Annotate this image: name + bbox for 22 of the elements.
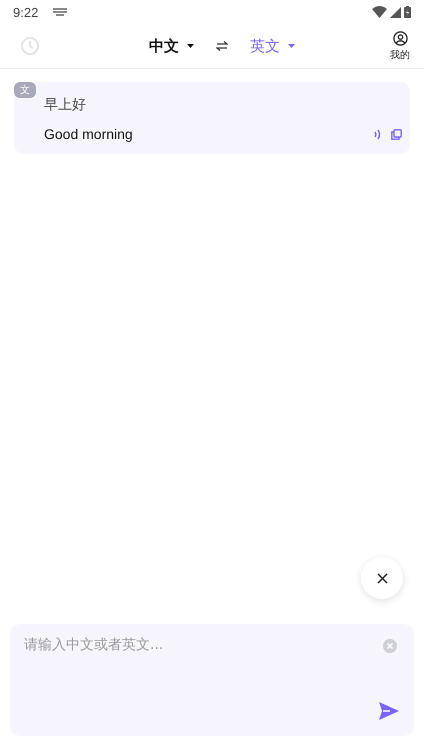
source-text: 早上好 [44, 96, 87, 114]
status-time: 9:22 [13, 4, 38, 20]
speaker-icon[interactable] [374, 128, 382, 140]
close-icon [376, 572, 388, 584]
caret-icon [288, 44, 295, 48]
translation-card[interactable]: 文 早上好 Good morning [14, 82, 410, 154]
keyboard-icon [53, 8, 68, 16]
wifi-icon [372, 6, 387, 18]
battery-icon [404, 6, 411, 18]
profile-icon [392, 30, 408, 46]
swap-icon[interactable] [216, 41, 228, 51]
input-field[interactable]: 请输入中文或者英文... [10, 624, 414, 736]
copy-icon[interactable] [391, 128, 402, 140]
close-button[interactable] [361, 557, 403, 599]
caret-icon [187, 44, 194, 48]
signal-icon [390, 6, 401, 18]
language-dropdown[interactable]: 英文 [250, 36, 295, 56]
send-icon[interactable] [379, 702, 399, 720]
language-dropdown[interactable]: 中文 [149, 36, 194, 56]
translation-text: Good morning [44, 126, 134, 142]
text-badge: 文 [14, 82, 36, 98]
profile-button[interactable]: 我的 [390, 30, 410, 62]
